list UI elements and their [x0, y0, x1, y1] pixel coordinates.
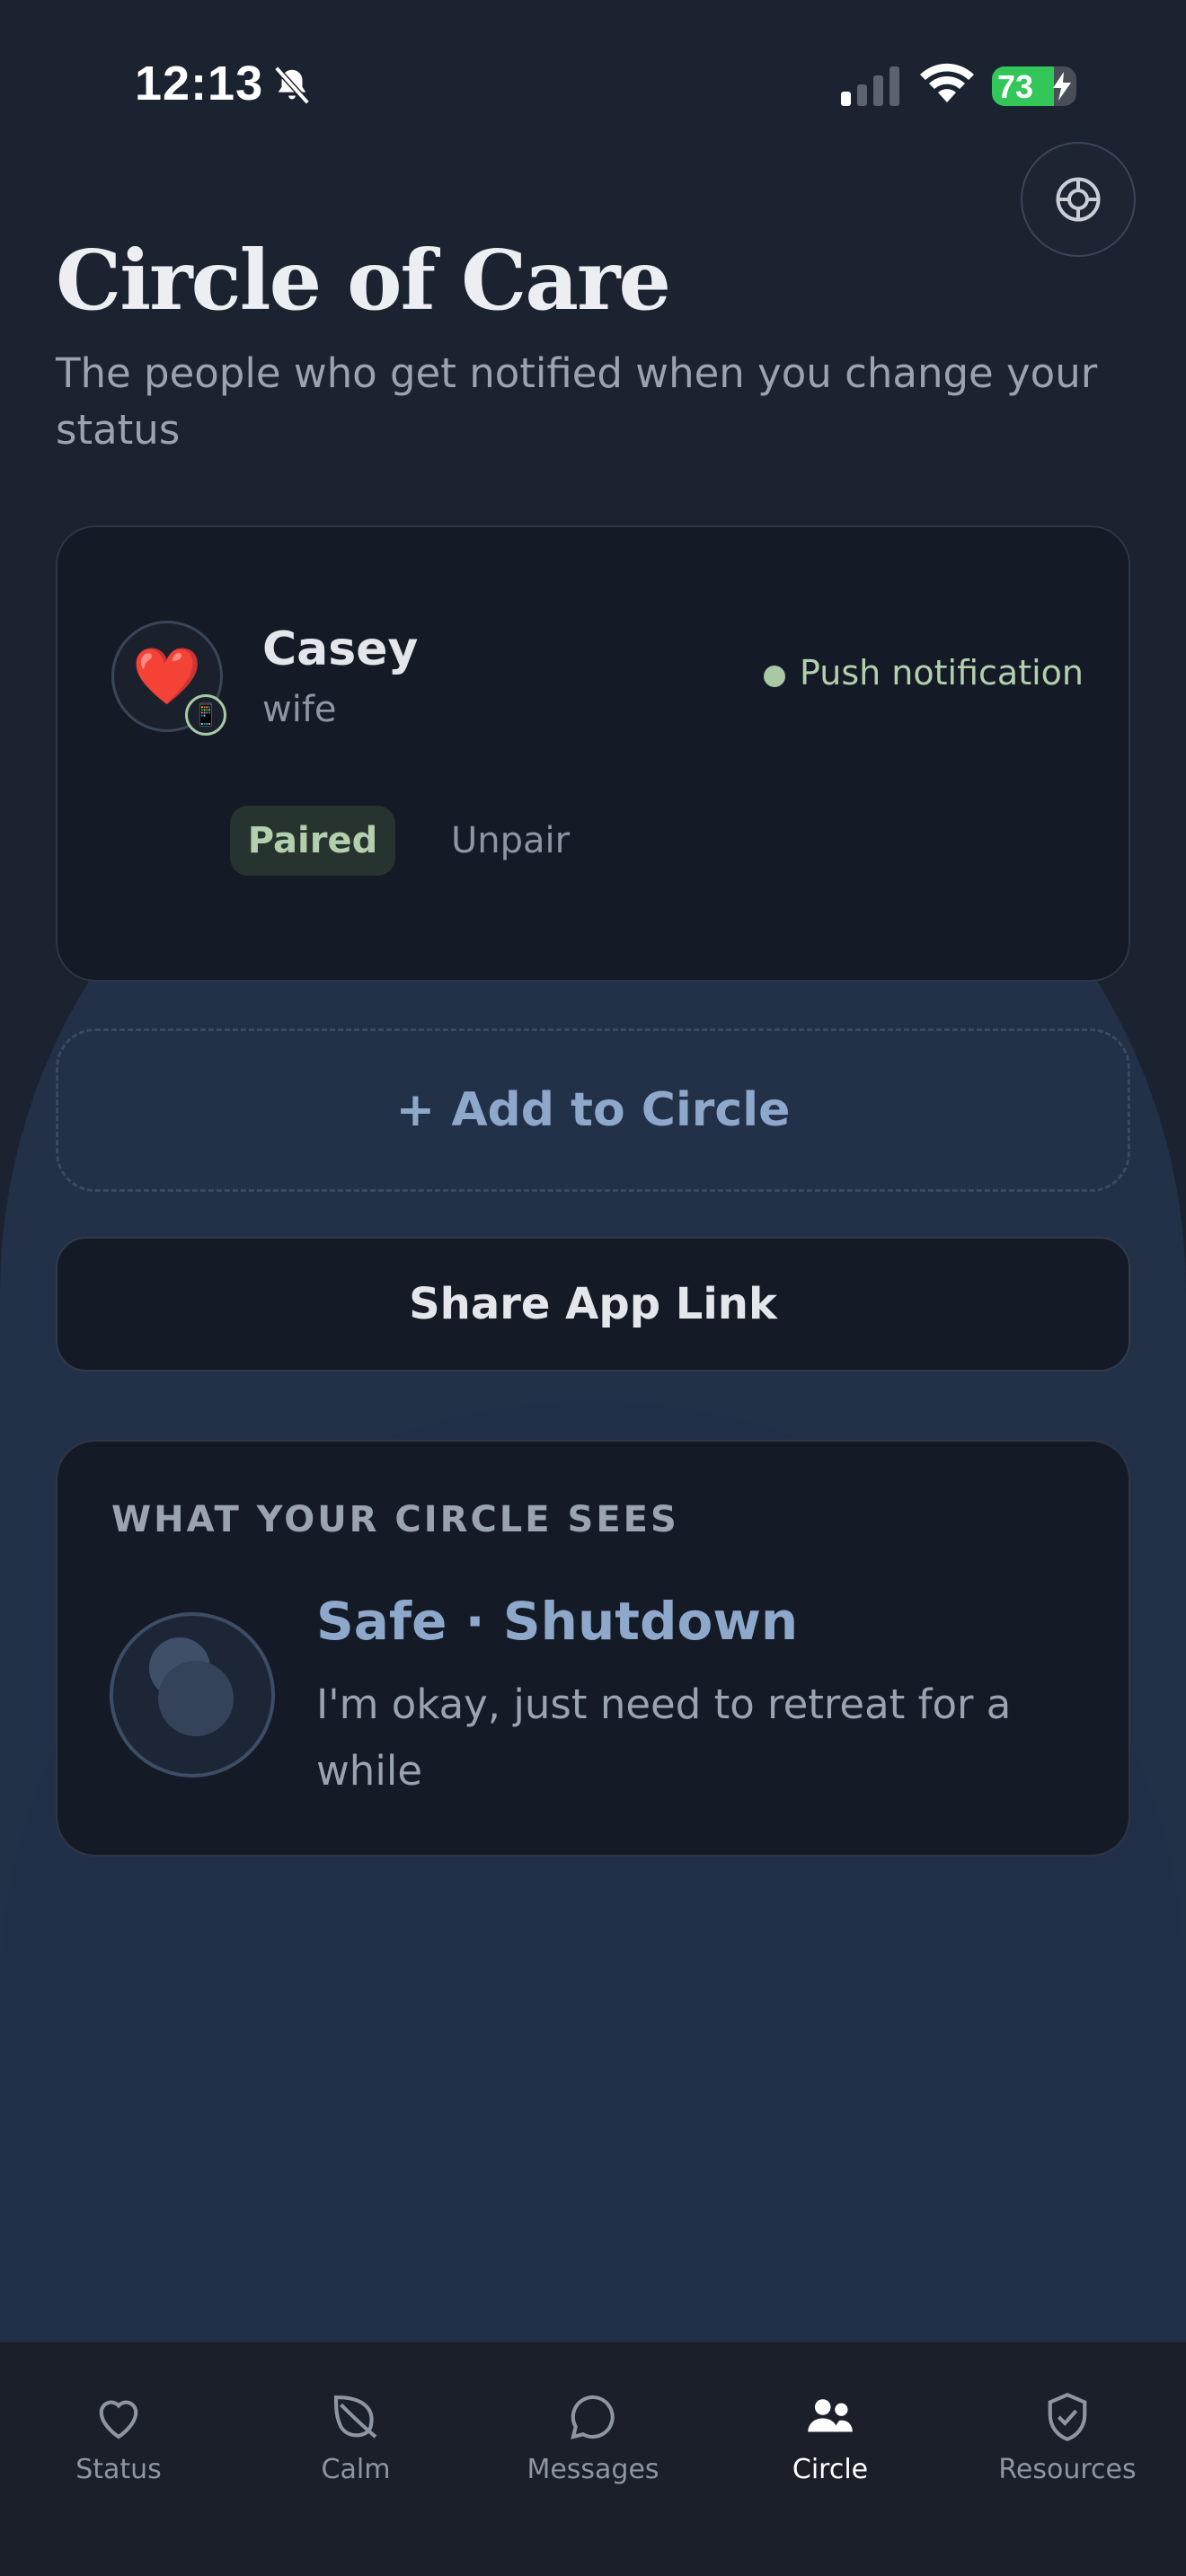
preview-status-title: Safe · Shutdown: [316, 1591, 799, 1652]
paired-badge: Paired: [230, 806, 395, 876]
globe-icon: [1056, 177, 1101, 222]
leaf-icon: [333, 2395, 377, 2439]
wifi-icon: [920, 63, 974, 102]
chat-bubble-icon: [571, 2395, 615, 2439]
tab-label: Calm: [321, 2454, 391, 2485]
bell-slash-icon: [274, 66, 310, 105]
tab-bar: Status Calm Messages Circle Resources: [0, 2341, 1186, 2576]
status-time: 12:13: [135, 57, 264, 110]
preview-status-description: I'm okay, just need to retreat for a whi…: [316, 1681, 1012, 1795]
shield-check-icon: [1048, 2393, 1087, 2441]
tab-calm[interactable]: Calm: [237, 2342, 474, 2522]
tab-status[interactable]: Status: [0, 2342, 237, 2522]
contact-relation: wife: [262, 689, 337, 730]
tab-label: Resources: [998, 2454, 1137, 2485]
heart-emoji-icon: ❤️: [132, 643, 202, 709]
moon-icon: [149, 1637, 234, 1736]
phone-icon: 📱: [192, 702, 219, 728]
notification-channel: Push notification: [800, 653, 1084, 693]
battery-level: 73: [997, 68, 1034, 105]
people-icon: [808, 2399, 853, 2432]
language-button[interactable]: [1021, 142, 1136, 257]
tab-label: Messages: [527, 2454, 659, 2485]
circle-preview-card: WHAT YOUR CIRCLE SEES Safe · Shutdown I'…: [56, 1440, 1130, 1857]
unpair-button[interactable]: Unpair: [451, 806, 570, 876]
preview-heading: WHAT YOUR CIRCLE SEES: [111, 1499, 679, 1540]
battery-indicator: 73: [992, 66, 1076, 106]
status-bar: 12:13 73: [0, 0, 1186, 171]
tab-label: Circle: [792, 2454, 869, 2485]
signal-icon: [841, 66, 899, 106]
circle-of-care-screen: 12:13 73 Circle of Care The people who g…: [0, 0, 1186, 2576]
contact-name: Casey: [262, 622, 419, 676]
phone-badge-icon: 📱: [185, 694, 226, 736]
page-subtitle: The people who get notified when you cha…: [56, 349, 1098, 454]
tab-resources[interactable]: Resources: [949, 2342, 1186, 2522]
contact-card: ❤️ 📱 Casey wife Push notification Paired…: [56, 525, 1130, 982]
heart-icon: [99, 2400, 138, 2439]
bolt-icon: [1053, 72, 1071, 101]
moon-status-badge: [110, 1612, 275, 1778]
status-dot-icon: [764, 666, 785, 687]
tab-messages[interactable]: Messages: [474, 2342, 712, 2522]
tab-label: Status: [75, 2454, 162, 2485]
add-to-circle-button[interactable]: + Add to Circle: [56, 1028, 1130, 1192]
tab-circle[interactable]: Circle: [712, 2342, 949, 2522]
page-title: Circle of Care: [56, 232, 671, 329]
share-app-link-button[interactable]: Share App Link: [56, 1237, 1130, 1372]
